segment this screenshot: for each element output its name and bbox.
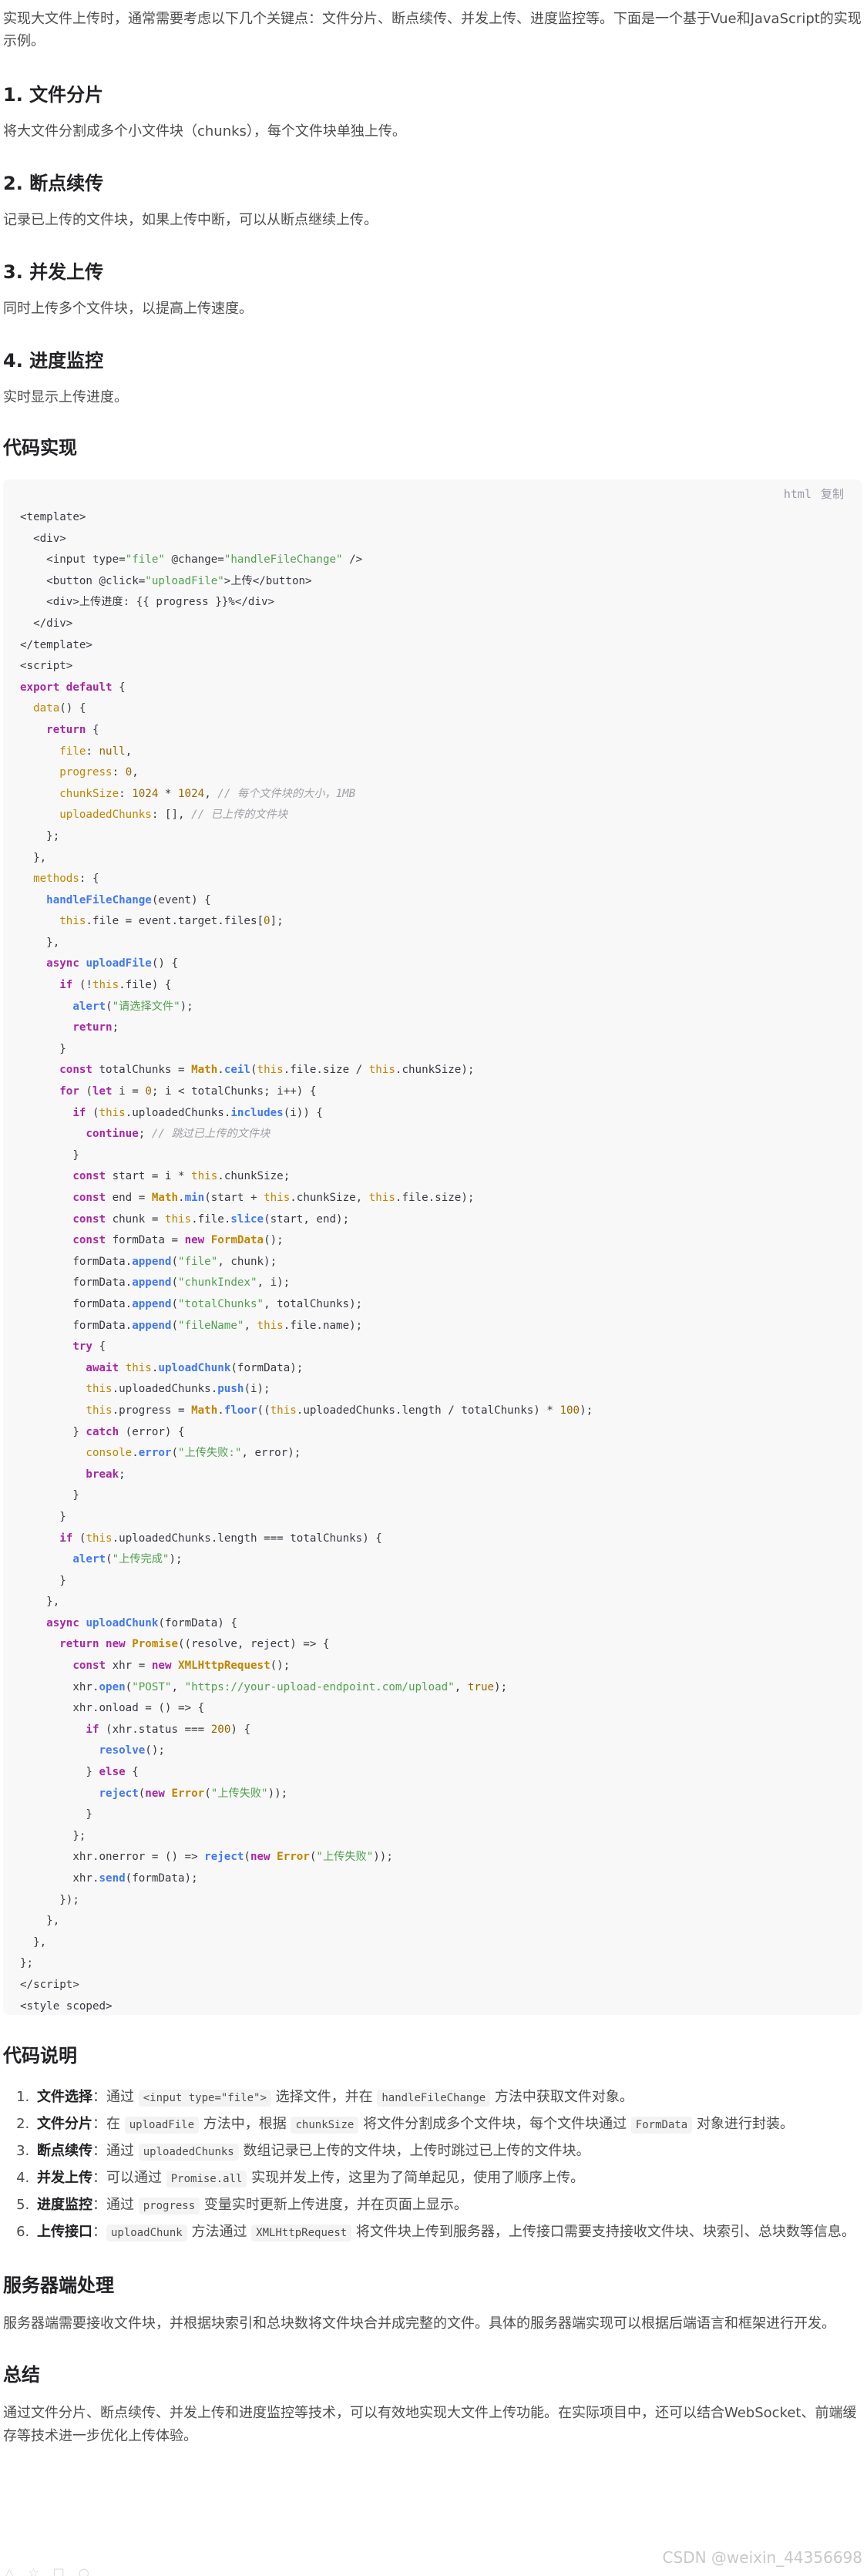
list-item: 文件分片：在 uploadFile 方法中，根据 chunkSize 将文件分割… [34,2111,865,2138]
summary-heading: 总结 [3,2364,40,2386]
server-paragraph: 服务器端需要接收文件块，并根据块索引和总块数将文件块合并成完整的文件。具体的服务… [3,2315,835,2332]
code-toolbar: html 复制 [775,486,844,502]
section-text-2: 记录已上传的文件块，如果上传中断，可以从断点继续上传。 [3,212,378,228]
section-text-3: 同时上传多个文件块，以提高上传速度。 [3,301,253,317]
like-icon[interactable]: △ [5,2565,14,2576]
share-icon[interactable]: ○ [79,2565,89,2576]
section-text-4: 实时显示上传进度。 [3,389,128,405]
list-item: 断点续传：通过 uploadedChunks 数组记录已上传的文件块，上传时跳过… [34,2138,865,2165]
list-item: 上传接口：uploadChunk 方法通过 XMLHttpRequest 将文件… [34,2219,865,2246]
summary-paragraph: 通过文件分片、断点续传、并发上传和进度监控等技术，可以有效地实现大文件上传功能。… [3,2405,857,2444]
section-title-4: 4. 进度监控 [3,350,104,372]
server-heading: 服务器端处理 [3,2275,114,2296]
notes-list: 文件选择：通过 <input type="file"> 选择文件，并在 hand… [3,2084,865,2246]
code-content: <template> <div> <input type="file" @cha… [20,511,593,2013]
collect-icon[interactable]: ☆ [28,2565,39,2576]
copy-button[interactable]: 复制 [821,487,844,501]
comment-icon[interactable]: □ [53,2565,65,2576]
code-heading: 代码实现 [3,437,77,459]
list-item: 文件选择：通过 <input type="file"> 选择文件，并在 hand… [34,2084,865,2111]
article: 实现大文件上传时，通常需要考虑以下几个关键点：文件分片、断点续传、并发上传、进度… [0,8,867,2448]
intro-paragraph: 实现大文件上传时，通常需要考虑以下几个关键点：文件分片、断点续传、并发上传、进度… [3,11,862,49]
watermark: CSDN @weixin_44356698 [662,2548,862,2567]
code-language-label: html [783,487,812,501]
footer-toolbar: △ ☆ □ ○ [5,2565,89,2576]
list-item: 并发上传：可以通过 Promise.all 实现并发上传，这里为了简单起见，使用… [34,2165,865,2192]
section-text-1: 将大文件分割成多个小文件块（chunks），每个文件块单独上传。 [3,123,406,140]
section-title-3: 3. 并发上传 [3,261,104,283]
list-item: 进度监控：通过 progress 变量实时更新上传进度，并在页面上显示。 [34,2192,865,2219]
section-title-1: 1. 文件分片 [3,84,104,106]
notes-heading: 代码说明 [3,2045,77,2067]
code-block[interactable]: html 复制 <template> <div> <input type="fil… [3,479,862,2015]
section-title-2: 2. 断点续传 [3,173,104,194]
